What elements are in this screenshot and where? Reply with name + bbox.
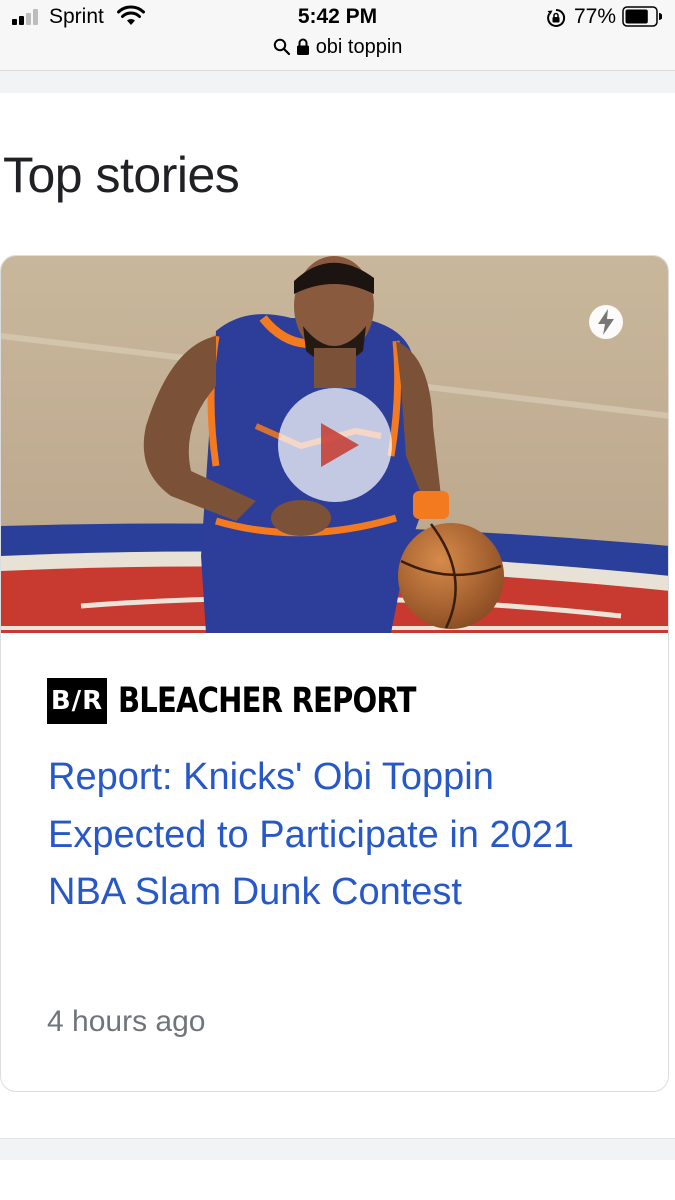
rotation-lock-icon <box>547 8 566 27</box>
section-divider <box>0 71 675 93</box>
url-text: obi toppin <box>315 36 403 58</box>
story-card[interactable]: B/R BLEACHER REPORT Report: Knicks' Obi … <box>0 255 669 1092</box>
publisher-logo: B/R <box>47 678 107 724</box>
lightning-bolt-icon <box>589 305 623 339</box>
section-title: Top stories <box>3 147 240 203</box>
status-bar: Sprint 5:42 PM 77% obi toppin <box>0 0 675 71</box>
section-divider <box>0 1138 675 1160</box>
address-bar[interactable]: obi toppin <box>0 36 675 59</box>
story-timestamp: 4 hours ago <box>47 1005 206 1038</box>
story-headline-link[interactable]: Report: Knicks' Obi Toppin Expected to P… <box>48 749 648 922</box>
battery-percentage: 77% <box>574 5 617 28</box>
search-icon <box>273 38 290 56</box>
play-icon[interactable] <box>277 387 393 503</box>
battery-icon <box>622 6 662 27</box>
publisher-name: BLEACHER REPORT <box>118 681 416 721</box>
lock-icon <box>297 38 310 55</box>
